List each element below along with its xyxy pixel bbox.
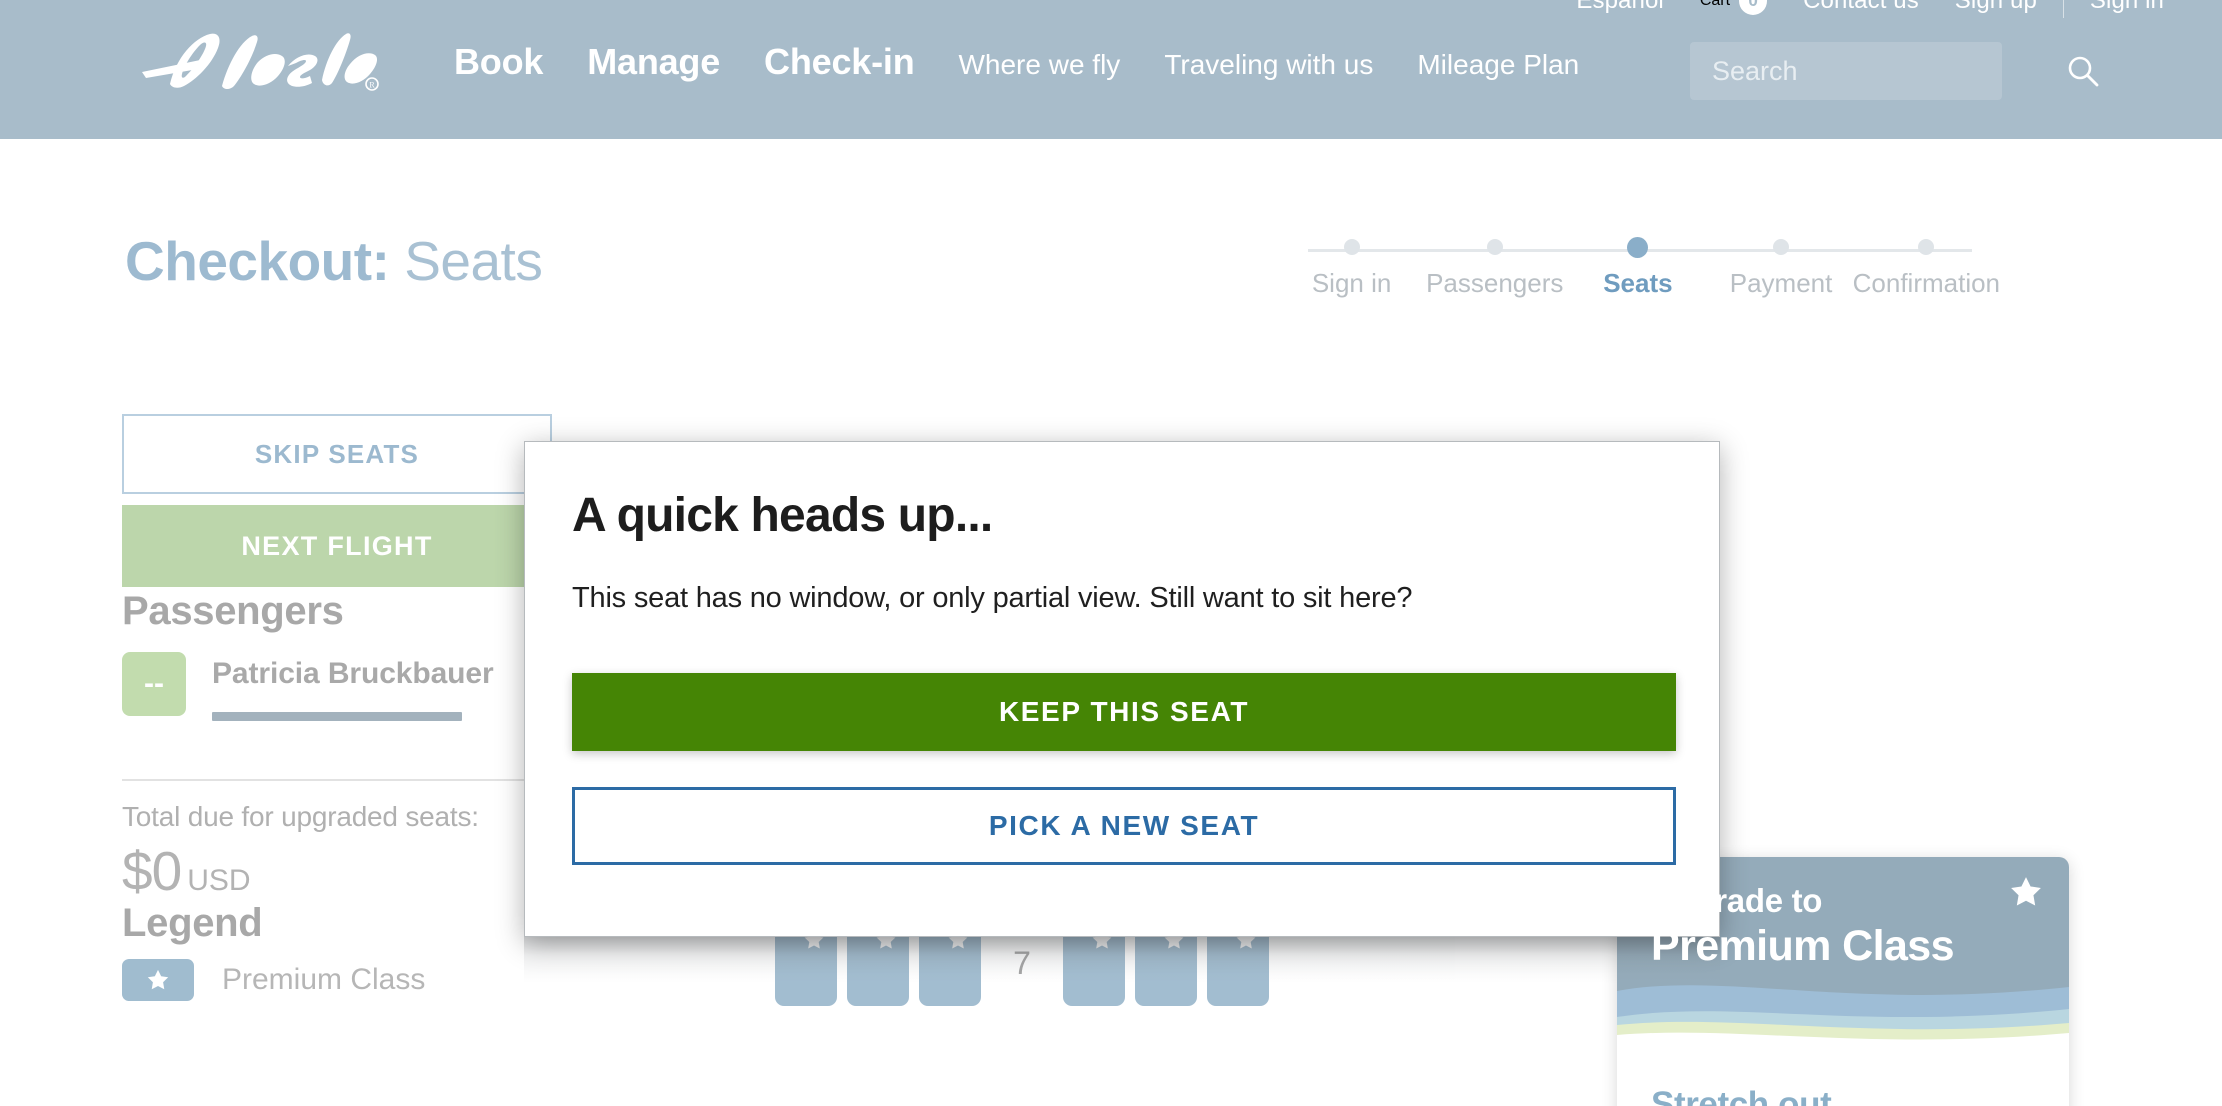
nav-item-where-we-fly[interactable]: Where we fly: [936, 49, 1142, 81]
page-title-light: Seats: [404, 230, 543, 292]
nav-item-mileage-plan[interactable]: Mileage Plan: [1395, 49, 1601, 81]
legend-item-premium-class: Premium Class: [122, 959, 425, 1001]
stepper-label: Payment: [1729, 268, 1833, 298]
stepper-step-seats[interactable]: Seats: [1566, 237, 1709, 299]
stepper-step-passengers[interactable]: Passengers: [1423, 239, 1566, 299]
app-root: Español Cart 0 Contact us Sign up Sign i…: [0, 0, 2222, 1106]
premium-class-promo-card[interactable]: Upgrade to Premium Class Stretch out Enj…: [1617, 857, 2069, 1106]
total-amount: $0: [122, 840, 182, 902]
page-title: Checkout: Seats: [125, 229, 543, 293]
stepper-label: Confirmation: [1852, 268, 2001, 298]
utility-nav-sign-in[interactable]: Sign in: [2072, 0, 2182, 15]
main-nav: Book Manage Check-in Where we fly Travel…: [432, 41, 1601, 83]
legend-swatch: [122, 959, 194, 1001]
utility-nav-cart[interactable]: Cart 0: [1682, 0, 1785, 15]
cart-count-badge: 0: [1739, 0, 1768, 15]
search-input[interactable]: [1712, 55, 2066, 87]
cart-label: Cart: [1699, 0, 1731, 9]
stepper-step-confirmation[interactable]: Confirmation: [1853, 239, 2000, 299]
nav-item-traveling-with-us[interactable]: Traveling with us: [1142, 49, 1395, 81]
star-icon: [2011, 877, 2041, 906]
page-body: Checkout: Seats Sign in Passengers Seats: [0, 139, 2222, 1106]
modal-title: A quick heads up...: [572, 489, 993, 542]
seat-row-number: 7: [1013, 944, 1031, 981]
legend-label: Premium Class: [222, 963, 426, 996]
promo-hero-line1: Upgrade to: [1651, 882, 1823, 919]
star-icon: [147, 969, 169, 990]
legend-heading: Legend: [122, 901, 263, 945]
site-header: Español Cart 0 Contact us Sign up Sign i…: [0, 0, 2222, 139]
wave-graphic: [1617, 985, 2069, 1057]
nav-item-book[interactable]: Book: [432, 41, 565, 83]
total-currency: USD: [187, 864, 251, 897]
stepper-dot: [1773, 239, 1790, 255]
keep-this-seat-button[interactable]: KEEP THIS SEAT: [572, 673, 1676, 751]
utility-nav: Español Cart 0 Contact us Sign up Sign i…: [0, 0, 2222, 18]
stepper-dot: [1486, 239, 1503, 255]
promo-hero-text: Upgrade to Premium Class: [1651, 882, 1955, 971]
search-icon[interactable]: [2066, 54, 2100, 88]
checkout-stepper: Sign in Passengers Seats Payment Confirm…: [1280, 237, 2000, 309]
stepper-dot: [1918, 239, 1935, 255]
passengers-heading: Passengers: [122, 589, 344, 633]
utility-nav-contact-us[interactable]: Contact us: [1785, 0, 1937, 15]
utility-nav-sign-up[interactable]: Sign up: [1937, 0, 2055, 15]
heads-up-modal: A quick heads up... This seat has no win…: [524, 441, 1720, 937]
page-title-bold: Checkout:: [125, 230, 390, 292]
passenger-seat-placeholder-bar: [212, 712, 462, 721]
stepper-label: Sign in: [1311, 268, 1392, 298]
nav-item-manage[interactable]: Manage: [565, 41, 742, 83]
sidebar-divider: [122, 779, 552, 781]
pick-a-new-seat-button[interactable]: PICK A NEW SEAT: [572, 787, 1676, 865]
modal-message: This seat has no window, or only partial…: [572, 582, 1413, 614]
total-due-label: Total due for upgraded seats:: [122, 801, 479, 832]
utility-nav-espanol[interactable]: Español: [1558, 0, 1681, 15]
promo-heading: Stretch out: [1651, 1085, 1832, 1106]
search-box[interactable]: [1690, 42, 2099, 100]
stepper-step-payment[interactable]: Payment: [1709, 239, 1852, 299]
stepper-dot-active: [1627, 237, 1649, 258]
stepper-dot: [1343, 239, 1360, 255]
promo-hero: Upgrade to Premium Class: [1617, 857, 2069, 1057]
total-due-value: $0 USD: [122, 839, 251, 903]
passenger-avatar: --: [122, 652, 186, 716]
passenger-name: Patricia Bruckbauer: [212, 657, 494, 690]
promo-hero-line2: Premium Class: [1651, 922, 1955, 970]
stepper-label: Passengers: [1426, 268, 1564, 298]
stepper-step-sign-in[interactable]: Sign in: [1280, 239, 1423, 299]
skip-seats-button[interactable]: SKIP SEATS: [122, 414, 552, 494]
svg-text:R: R: [369, 81, 375, 90]
promo-body: Stretch out Enjoy 4" more legroom than o…: [1617, 1057, 2069, 1106]
stepper-label: Seats: [1603, 268, 1673, 298]
utility-nav-divider: [2062, 0, 2064, 18]
passenger-list-item[interactable]: -- Patricia Bruckbauer: [122, 652, 552, 752]
nav-item-check-in[interactable]: Check-in: [742, 41, 936, 83]
next-flight-button[interactable]: NEXT FLIGHT: [122, 505, 552, 587]
alaska-logo[interactable]: R: [140, 28, 380, 96]
